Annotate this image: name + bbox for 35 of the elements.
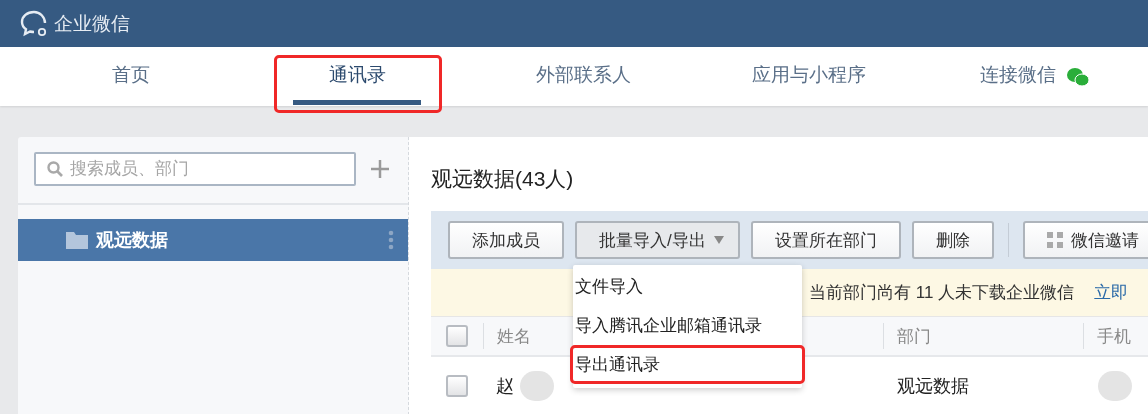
menu-item[interactable]: 文件导入 [570,267,805,306]
wechat-icon [1066,66,1090,87]
blur-mark [1098,371,1132,401]
toolbar-button[interactable]: 设置所在部门 [750,221,901,259]
column-header: 手机 [1097,325,1131,348]
notice-link[interactable]: 立即 [1094,281,1129,304]
toolbar-button[interactable]: 微信邀请 [1022,221,1148,259]
search-field[interactable]: 搜索成员、部门 [34,152,356,186]
department-label: 观远数据 [96,229,169,252]
column-header: 姓名 [497,325,531,348]
more-icon[interactable] [388,230,394,250]
notice-text: 当前部门尚有 11 人未下载企业微信 [809,282,1075,304]
nav-tab[interactable]: 连接微信 [980,61,1056,92]
menu-item[interactable]: 导出通讯录 [570,345,805,384]
qr-code-icon [1046,232,1063,248]
nav-tab[interactable]: 通讯录 [328,61,386,92]
checkbox[interactable] [446,375,468,397]
search-icon [47,161,63,177]
department-item[interactable]: 观远数据 [18,219,408,261]
table-cell-text: 观远数据 [897,375,969,398]
column-header: 部门 [897,325,931,348]
nav-tab[interactable]: 应用与小程序 [752,61,866,92]
folder-icon [66,231,88,249]
app-title: 企业微信 [54,11,130,36]
nav-tab[interactable]: 首页 [112,61,150,92]
menu-item[interactable]: 导入腾讯企业邮箱通讯录 [570,306,805,345]
blur-mark [520,371,554,401]
toolbar-button[interactable]: 删除 [911,221,994,259]
table-cell-text: 赵 [496,375,514,398]
add-icon[interactable] [370,159,390,179]
caret-icon [713,236,724,244]
nav-tab[interactable]: 外部联系人 [535,61,631,92]
checkbox[interactable] [446,325,468,347]
toolbar-button[interactable]: 添加成员 [448,221,564,259]
department-title: 观远数据(43人) [431,166,575,192]
